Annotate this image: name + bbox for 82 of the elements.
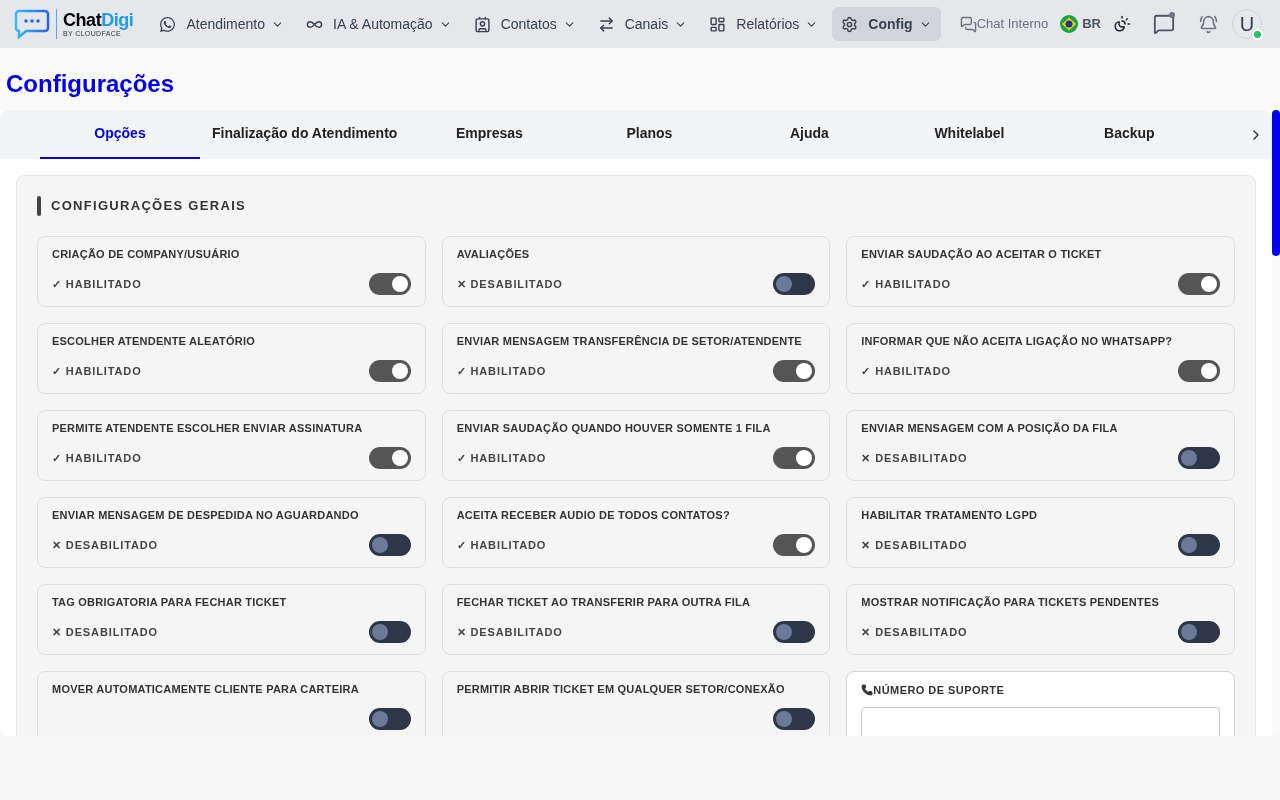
language-selector[interactable]: BR xyxy=(1060,14,1101,34)
settings-icon xyxy=(841,15,859,33)
theme-toggle-icon[interactable] xyxy=(1113,15,1131,33)
logo-text: Chat xyxy=(63,11,102,29)
status-label: ✓ HABILITADO xyxy=(861,276,951,292)
status-label: ✓ HABILITADO xyxy=(456,363,547,379)
toggle-switch[interactable] xyxy=(773,273,816,295)
setting-title: TAG OBRIGATORIA PARA FECHAR TICKET xyxy=(52,595,288,609)
nav-menu-item[interactable]: Relatórios xyxy=(701,7,827,41)
status-label: ✓ HABILITADO xyxy=(52,363,142,379)
chat-bubble-logo-icon xyxy=(14,9,50,39)
chat-interno-button[interactable]: Chat Interno xyxy=(959,14,1049,34)
setting-title: ESCOLHER ATENDENTE ALEATÓRIO xyxy=(52,334,256,348)
toggle-switch[interactable] xyxy=(368,447,411,469)
toggle-switch[interactable] xyxy=(773,708,816,730)
status-label: ✕ DESABILITADO xyxy=(456,624,563,640)
input-field[interactable] xyxy=(861,706,1220,736)
setting-title: ENVIAR MENSAGEM TRANSFERÊNCIA DE SETOR/ATENDENTE xyxy=(456,334,803,348)
page-title: Configurações xyxy=(5,69,176,99)
setting-title: ENVIAR SAUDAÇÃO AO ACEITAR O TICKET xyxy=(861,247,1103,261)
setting-title: PERMITIR ABRIR TICKET EM QUALQUER SETOR/CONEXÃO xyxy=(456,682,786,696)
toggle-switch[interactable] xyxy=(1178,360,1220,382)
nav-menu-item[interactable]: Contatos xyxy=(465,7,584,41)
setting-title: ACEITA RECEBER AUDIO DE TODOS CONTATOS? xyxy=(456,508,731,522)
status-label: ✕ DESABILITADO xyxy=(52,624,159,640)
swap-arrows-icon xyxy=(597,15,615,33)
toggle-switch[interactable] xyxy=(1178,273,1220,295)
status-label: ✕ DESABILITADO xyxy=(861,537,968,553)
toggle-switch[interactable] xyxy=(773,621,816,643)
setting-title: ENVIAR SAUDAÇÃO QUANDO HOUVER SOMENTE 1 FILA xyxy=(456,421,772,435)
toggle-switch[interactable] xyxy=(368,534,411,556)
setting-title: NÚMERO DE SUPORTE xyxy=(873,683,1005,698)
toggle-switch[interactable] xyxy=(773,447,816,469)
phone-icon xyxy=(861,684,874,697)
setting-title: PERMITE ATENDENTE ESCOLHER ENVIAR ASSINATURA xyxy=(52,421,364,435)
toggle-switch[interactable] xyxy=(1178,621,1220,643)
brazil-flag-icon xyxy=(1060,15,1079,33)
status-label: ✓ HABILITADO xyxy=(52,450,142,466)
contact-card-icon xyxy=(473,15,491,33)
toggle-switch[interactable] xyxy=(368,360,411,382)
status-label: ✓ HABILITADO xyxy=(456,450,547,466)
chat-bubbles-icon xyxy=(959,15,977,33)
setting-title: ENVIAR MENSAGEM DE DESPEDIDA NO AGUARDANDO xyxy=(52,508,360,522)
status-label: ✓ HABILITADO xyxy=(456,537,547,553)
logo-text: Digi xyxy=(101,11,134,29)
setting-title: MOSTRAR NOTIFICAÇÃO PARA TICKETS PENDENTES xyxy=(861,595,1161,609)
setting-title: MOVER AUTOMATICAMENTE CLIENTE PARA CARTEIRA xyxy=(52,682,360,696)
tab[interactable]: Whitelabel xyxy=(889,110,1050,159)
status-label: ✓ HABILITADO xyxy=(52,276,142,292)
toggle-switch[interactable] xyxy=(368,621,411,643)
notification-bell-icon[interactable] xyxy=(1199,14,1218,34)
message-icon[interactable] xyxy=(1153,13,1175,35)
tab[interactable]: Opções xyxy=(40,110,200,159)
setting-title: FECHAR TICKET AO TRANSFERIR PARA OUTRA FILA xyxy=(456,595,752,609)
setting-title: HABILITAR TRATAMENTO LGPD xyxy=(861,508,1039,522)
tab[interactable]: Ajuda xyxy=(729,110,890,159)
dashboard-icon xyxy=(709,15,727,33)
toggle-switch[interactable] xyxy=(368,708,411,730)
status-label: ✕ DESABILITADO xyxy=(861,450,968,466)
nav-menu-item[interactable]: Canais xyxy=(589,7,696,41)
toggle-switch[interactable] xyxy=(773,360,816,382)
setting-title: CRIAÇÃO DE COMPANY/USUÁRIO xyxy=(52,247,241,261)
nav-menu-item[interactable]: IA & Automação xyxy=(298,7,460,41)
tab[interactable]: Planos xyxy=(569,110,730,159)
status-label: ✕ DESABILITADO xyxy=(861,624,968,640)
setting-title: AVALIAÇÕES xyxy=(456,247,531,261)
nav-menu-item[interactable]: Config xyxy=(832,7,941,41)
tab[interactable]: Backup xyxy=(1049,110,1210,159)
whatsapp-icon xyxy=(159,15,177,33)
status-label: ✕ DESABILITADO xyxy=(456,276,563,292)
tab[interactable]: Finalização do Atendimento xyxy=(200,110,410,159)
section-title: CONFIGURAÇÕES GERAIS xyxy=(51,197,246,216)
setting-title: ENVIAR MENSAGEM COM A POSIÇÃO DA FILA xyxy=(861,421,1119,435)
nav-menu-item[interactable]: Atendimento xyxy=(151,7,292,41)
toggle-switch[interactable] xyxy=(773,534,816,556)
toggle-switch[interactable] xyxy=(1178,534,1220,556)
status-label: ✓ HABILITADO xyxy=(861,363,951,379)
toggle-switch[interactable] xyxy=(368,273,411,295)
toggle-switch[interactable] xyxy=(1178,447,1220,469)
tab[interactable]: Empresas xyxy=(409,110,570,159)
status-label: ✕ DESABILITADO xyxy=(52,537,159,553)
setting-title: INFORMAR QUE NÃO ACEITA LIGAÇÃO NO WHATSAPP? xyxy=(861,334,1174,348)
